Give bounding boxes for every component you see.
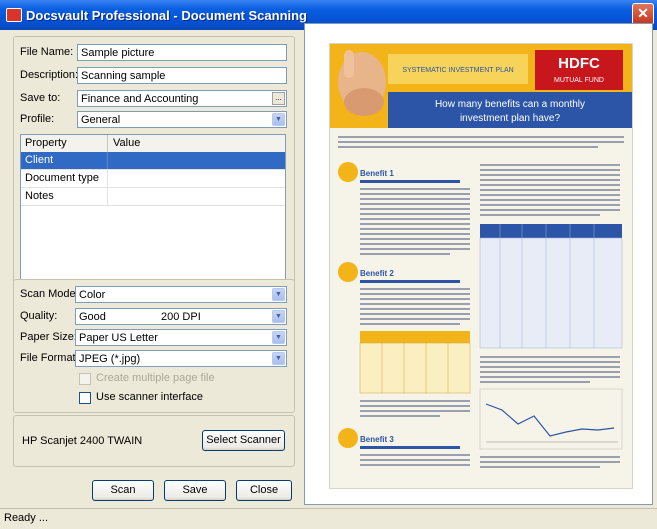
footer-text bbox=[480, 456, 620, 468]
performance-line-chart bbox=[479, 388, 623, 450]
quality-dropdown[interactable]: Good 200 DPI ▼ bbox=[75, 308, 287, 325]
benefit-1-rule bbox=[360, 180, 460, 183]
scanned-page-image: HDFC MUTUAL FUND SYSTEMATIC INVESTMENT P… bbox=[330, 44, 632, 488]
benefit-3-text bbox=[360, 454, 470, 466]
property-row-document-type[interactable]: Document type bbox=[21, 170, 285, 188]
property-name: Client bbox=[25, 154, 54, 166]
benefit-2-rule bbox=[360, 280, 460, 283]
scanner-name: HP Scanjet 2400 TWAIN bbox=[22, 435, 143, 447]
scanner-interface-label[interactable]: Use scanner interface bbox=[96, 391, 203, 403]
scan-mode-value: Color bbox=[79, 289, 106, 301]
save-button[interactable]: Save bbox=[164, 480, 226, 501]
headline-line-2: investment plan have? bbox=[460, 113, 561, 124]
quality-label: Quality: bbox=[20, 310, 58, 322]
brand-sub: MUTUAL FUND bbox=[554, 77, 604, 84]
profile-value: General bbox=[81, 114, 121, 126]
banner-text: SYSTEMATIC INVESTMENT PLAN bbox=[402, 67, 513, 74]
benefit-1-title: Benefit 1 bbox=[360, 169, 394, 178]
quality-dpi: 200 DPI bbox=[161, 311, 201, 323]
file-format-value: JPEG (*.jpg) bbox=[79, 353, 141, 365]
window-title: Docsvault Professional - Document Scanni… bbox=[26, 8, 307, 23]
paper-size-dropdown[interactable]: Paper US Letter ▼ bbox=[75, 329, 287, 346]
scan-mode-label: Scan Mode: bbox=[20, 288, 79, 300]
paper-size-label: Paper Size: bbox=[20, 331, 77, 343]
close-button[interactable]: Close bbox=[236, 480, 292, 501]
benefit-2-table bbox=[359, 331, 471, 394]
headline-line-1: How many benefits can a monthly bbox=[435, 99, 585, 110]
property-name: Document type bbox=[25, 172, 99, 184]
save-to-label: Save to: bbox=[20, 92, 61, 104]
status-bar: Ready ... bbox=[0, 508, 657, 529]
intro-text bbox=[338, 136, 624, 148]
column-divider[interactable] bbox=[107, 135, 108, 152]
row-divider bbox=[107, 152, 108, 169]
file-name-input[interactable]: Sample picture bbox=[77, 44, 287, 61]
property-row-client[interactable]: Client bbox=[21, 152, 285, 170]
scan-mode-dropdown[interactable]: Color ▼ bbox=[75, 286, 287, 303]
benefit-1-icon bbox=[338, 162, 358, 182]
chevron-down-icon[interactable]: ▼ bbox=[272, 113, 285, 126]
scanner-interface-checkbox[interactable] bbox=[79, 392, 91, 404]
multi-page-checkbox bbox=[79, 373, 91, 385]
paper-size-value: Paper US Letter bbox=[79, 332, 158, 344]
save-to-value: Finance and Accounting bbox=[81, 93, 199, 105]
benefit-3-icon bbox=[338, 428, 358, 448]
chevron-down-icon[interactable]: ▼ bbox=[272, 310, 285, 323]
row-divider bbox=[107, 170, 108, 187]
save-to-field[interactable]: Finance and Accounting ... bbox=[77, 90, 287, 107]
benefit-2-title: Benefit 2 bbox=[360, 269, 394, 278]
file-format-dropdown[interactable]: JPEG (*.jpg) ▼ bbox=[75, 350, 287, 367]
status-text: Ready ... bbox=[4, 512, 49, 524]
benefit-3-rule bbox=[360, 446, 460, 449]
multi-page-label: Create multiple page file bbox=[96, 372, 215, 384]
value-column-header[interactable]: Value bbox=[113, 137, 140, 149]
document-scanning-window: Docsvault Professional - Document Scanni… bbox=[0, 0, 657, 529]
chevron-down-icon[interactable]: ▼ bbox=[272, 352, 285, 365]
properties-header: Property Value bbox=[21, 135, 285, 153]
description-input[interactable]: Scanning sample bbox=[77, 67, 287, 84]
chevron-down-icon[interactable]: ▼ bbox=[272, 288, 285, 301]
scanned-document-preview: HDFC MUTUAL FUND SYSTEMATIC INVESTMENT P… bbox=[330, 44, 632, 488]
returns-table bbox=[479, 224, 623, 349]
properties-grid[interactable]: Property Value Client Document type Note… bbox=[20, 134, 286, 288]
scan-button[interactable]: Scan bbox=[92, 480, 154, 501]
quality-value: Good bbox=[79, 311, 106, 323]
property-name: Notes bbox=[25, 190, 54, 202]
row-divider bbox=[107, 188, 108, 205]
app-icon bbox=[6, 8, 22, 22]
close-window-button[interactable]: ✕ bbox=[632, 3, 654, 25]
property-row-notes[interactable]: Notes bbox=[21, 188, 285, 206]
browse-folder-button[interactable]: ... bbox=[272, 92, 285, 105]
benefit-2-icon bbox=[338, 262, 358, 282]
profile-label: Profile: bbox=[20, 113, 55, 125]
profile-dropdown[interactable]: General ▼ bbox=[77, 111, 287, 128]
description-label: Description: bbox=[20, 69, 79, 81]
select-scanner-button[interactable]: Select Scanner bbox=[202, 430, 285, 451]
benefit-3-title: Benefit 3 bbox=[360, 435, 394, 444]
property-column-header[interactable]: Property bbox=[25, 137, 67, 149]
brand-name: HDFC bbox=[558, 55, 600, 72]
file-format-label: File Format: bbox=[20, 352, 79, 364]
chevron-down-icon[interactable]: ▼ bbox=[272, 331, 285, 344]
file-name-label: File Name: bbox=[20, 46, 74, 58]
